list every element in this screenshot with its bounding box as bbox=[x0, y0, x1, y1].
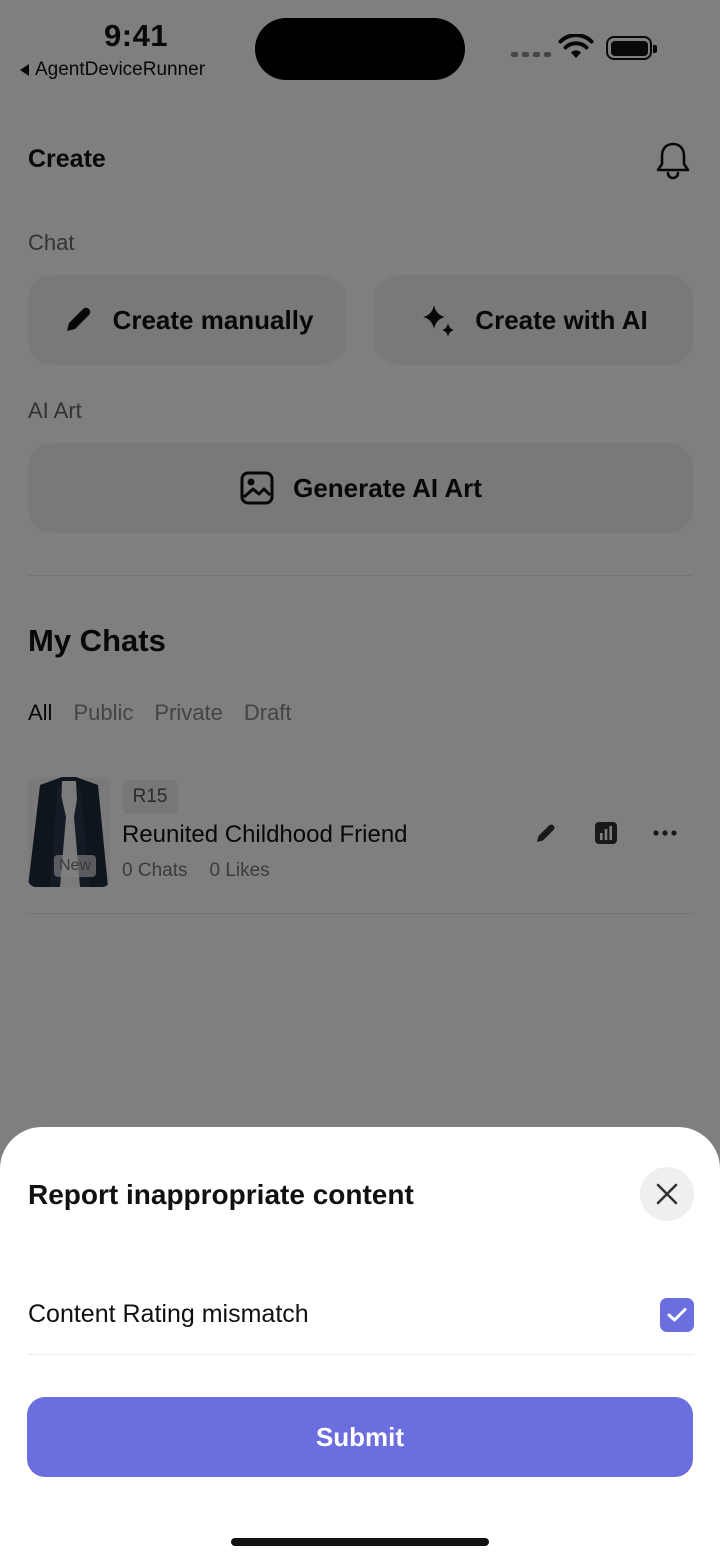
sheet-title: Report inappropriate content bbox=[28, 1179, 414, 1210]
checkmark-icon bbox=[667, 1307, 687, 1321]
home-indicator bbox=[231, 1538, 489, 1546]
report-option-checkbox[interactable] bbox=[660, 1297, 694, 1332]
report-bottom-sheet: Report inappropriate content Content Rat… bbox=[0, 1127, 720, 1561]
submit-button[interactable]: Submit bbox=[27, 1397, 693, 1477]
report-option-label: Content Rating mismatch bbox=[28, 1300, 309, 1328]
app-screen: 9:41 AgentDeviceRunner Create Chat Creat… bbox=[0, 0, 720, 1561]
report-option-row[interactable]: Content Rating mismatch bbox=[28, 1275, 694, 1355]
close-icon bbox=[656, 1183, 678, 1205]
close-button[interactable] bbox=[640, 1167, 694, 1221]
